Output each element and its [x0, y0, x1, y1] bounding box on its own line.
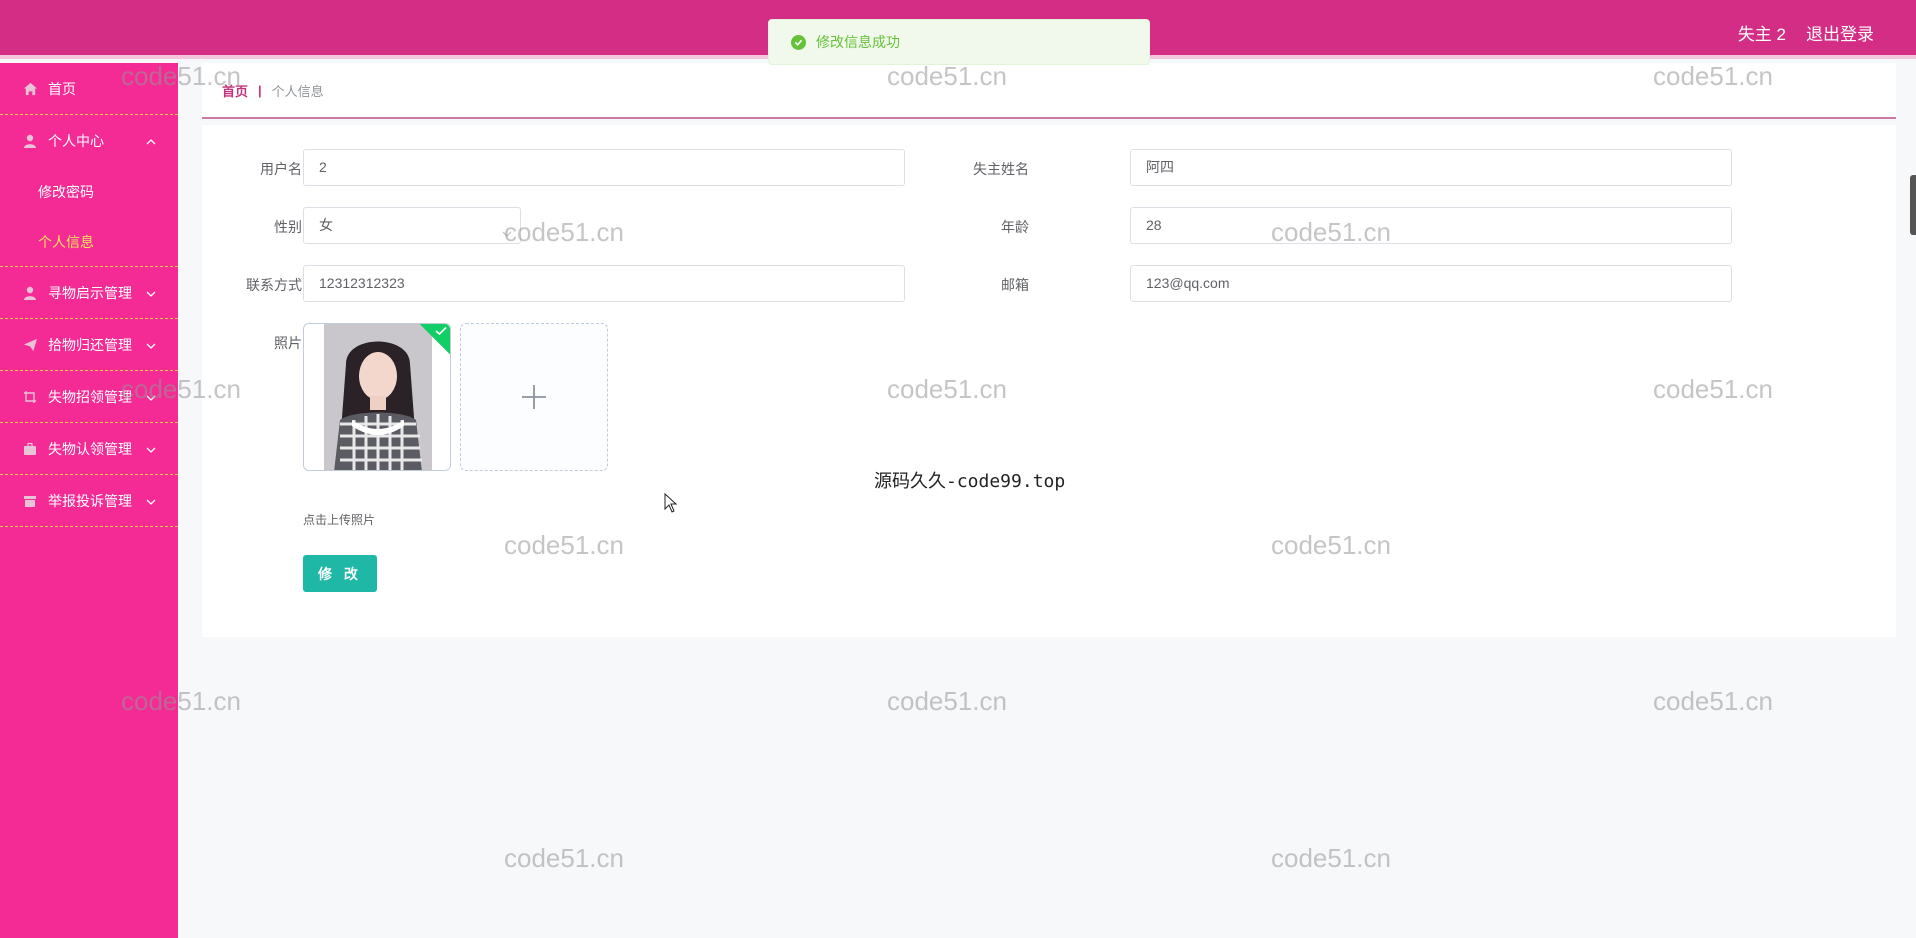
sidebar-item-found[interactable]: 失物招领管理: [0, 371, 178, 423]
phone-input[interactable]: 12312312323: [303, 265, 905, 302]
sidebar-item-label: 个人中心: [48, 133, 104, 149]
sidebar-item-lost-notice[interactable]: 寻物启示管理: [0, 267, 178, 319]
sidebar: 首页 个人中心 修改密码 个人信息 寻物启示管理 拾物归还管理 失物招领管理 失…: [0, 63, 178, 938]
profile-form: 用户名 2 失主姓名 阿四 性别 女 年龄 28 联系方式 1231231232…: [202, 125, 1896, 637]
email-input[interactable]: 123@qq.com: [1130, 265, 1732, 302]
suitcase-icon: [22, 441, 38, 457]
chevron-down-icon: [146, 493, 156, 509]
user-icon: [22, 285, 38, 301]
crop-icon: [22, 389, 38, 405]
age-input[interactable]: 28: [1130, 207, 1732, 244]
photo-label: 照片: [274, 335, 302, 351]
user-icon: [22, 133, 38, 149]
side-tab-handle[interactable]: [1910, 175, 1916, 235]
chevron-down-icon: [502, 216, 512, 251]
breadcrumb-home[interactable]: 首页: [222, 81, 248, 100]
owner-name-label: 失主姓名: [973, 161, 1029, 177]
breadcrumb-current: 个人信息: [271, 83, 324, 99]
watermark: code51.cn: [504, 843, 624, 873]
sidebar-item-label: 失物认领管理: [48, 440, 132, 457]
sidebar-item-return[interactable]: 拾物归还管理: [0, 319, 178, 371]
chevron-down-icon: [146, 337, 156, 353]
logout-link[interactable]: 退出登录: [1806, 20, 1874, 45]
photo-upload-button[interactable]: [460, 323, 608, 471]
sidebar-item-complaint[interactable]: 举报投诉管理: [0, 475, 178, 527]
sidebar-item-label: 举报投诉管理: [48, 492, 132, 509]
gender-label: 性别: [274, 219, 302, 235]
watermark: code51.cn: [1271, 843, 1391, 873]
breadcrumb-separator: |: [258, 82, 262, 98]
age-label: 年龄: [1001, 219, 1029, 235]
upload-hint: 点击上传照片: [303, 513, 376, 527]
current-user: 失主 2: [1737, 25, 1786, 44]
sidebar-item-label: 失物招领管理: [48, 388, 132, 405]
username-input[interactable]: 2: [303, 149, 905, 186]
sidebar-item-label: 拾物归还管理: [48, 336, 132, 353]
sidebar-item-label: 首页: [48, 80, 76, 97]
success-check-icon: [791, 34, 806, 50]
chevron-up-icon: [146, 133, 156, 149]
sidebar-subitem-change-password[interactable]: 修改密码: [0, 167, 178, 217]
portrait-image: [304, 324, 450, 470]
sidebar-subitem-personal-info[interactable]: 个人信息: [0, 217, 178, 267]
overlay-caption: 源码久久-code99.top: [874, 471, 1066, 492]
sidebar-item-label: 寻物启示管理: [48, 284, 132, 301]
email-label: 邮箱: [1001, 277, 1029, 293]
uploaded-photo[interactable]: [303, 323, 451, 471]
watermark: code51.cn: [1653, 686, 1773, 716]
breadcrumb: 首页 | 个人信息: [202, 63, 1896, 119]
send-icon: [22, 337, 38, 353]
chevron-down-icon: [146, 441, 156, 457]
plus-icon: [522, 385, 546, 409]
box-icon: [22, 493, 38, 509]
toast-message: 修改信息成功: [816, 34, 900, 50]
success-toast: 修改信息成功: [768, 19, 1150, 65]
gender-select[interactable]: 女: [303, 207, 521, 244]
sidebar-item-home[interactable]: 首页: [0, 63, 178, 115]
sidebar-item-claim[interactable]: 失物认领管理: [0, 423, 178, 475]
phone-label: 联系方式: [246, 277, 302, 293]
main-content: 首页 | 个人信息 用户名 2 失主姓名 阿四 性别 女 年龄 28 联系方式 …: [202, 63, 1896, 637]
chevron-down-icon: [146, 285, 156, 301]
chevron-down-icon: [146, 389, 156, 405]
submit-button[interactable]: 修 改: [303, 555, 377, 592]
username-label: 用户名: [260, 161, 302, 177]
gender-value: 女: [319, 217, 333, 233]
owner-name-input[interactable]: 阿四: [1130, 149, 1732, 186]
home-icon: [22, 81, 38, 97]
watermark: code51.cn: [887, 686, 1007, 716]
mouse-cursor-icon: [664, 493, 678, 513]
check-icon: [435, 326, 447, 336]
sidebar-item-personal-center[interactable]: 个人中心: [0, 115, 178, 167]
